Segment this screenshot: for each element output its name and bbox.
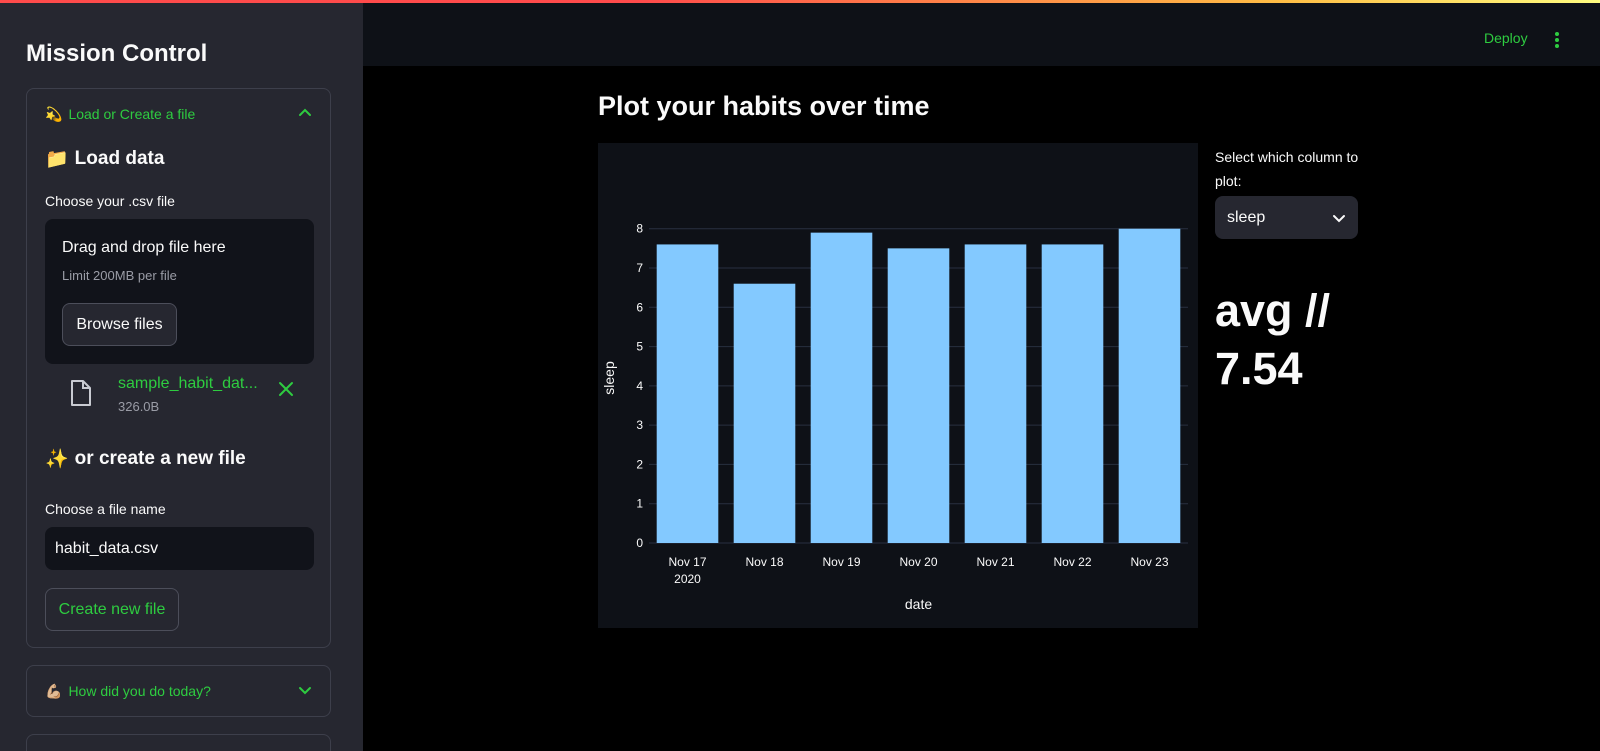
- x-axis-label: date: [905, 596, 932, 612]
- column-select-value: sleep: [1227, 208, 1266, 226]
- x-tick-label: Nov 17: [668, 555, 706, 569]
- remove-file-icon[interactable]: [278, 381, 294, 397]
- uploaded-file-name: sample_habit_dat...: [118, 375, 258, 392]
- average-label: avg //: [1215, 285, 1331, 336]
- chevron-down-icon: [1333, 215, 1345, 223]
- create-new-file-button[interactable]: Create new file: [45, 588, 179, 631]
- dropzone-title: Drag and drop file here: [62, 239, 226, 256]
- y-tick-label: 5: [636, 340, 643, 354]
- browse-files-button[interactable]: Browse files: [62, 303, 177, 346]
- bar: [656, 244, 719, 543]
- dropzone-limit: Limit 200MB per file: [62, 268, 177, 283]
- folder-icon: 📁: [45, 149, 69, 170]
- deploy-button[interactable]: Deploy: [1484, 30, 1528, 46]
- expander-load-create-header[interactable]: 💫 Load or Create a file: [27, 89, 330, 139]
- sidebar-title: Mission Control: [26, 40, 208, 67]
- expander-next[interactable]: [26, 734, 331, 751]
- bar: [733, 283, 796, 543]
- x-tick-sublabel: 2020: [674, 572, 701, 586]
- dizzy-icon: 💫: [45, 105, 63, 122]
- load-data-heading-text: Load data: [74, 148, 165, 169]
- y-tick-label: 2: [636, 457, 643, 471]
- chevron-up-icon[interactable]: [298, 106, 312, 120]
- sidebar: Mission Control 💫 Load or Create a file …: [0, 0, 363, 751]
- more-options-icon[interactable]: [1553, 31, 1561, 49]
- create-file-heading: ✨ or create a new file: [45, 447, 246, 471]
- page-title: Plot your habits over time: [598, 91, 930, 121]
- x-tick-label: Nov 20: [899, 555, 937, 569]
- y-tick-label: 0: [636, 536, 643, 550]
- app-header: [363, 0, 1600, 66]
- csv-file-label: Choose your .csv file: [45, 193, 175, 209]
- y-tick-label: 6: [636, 300, 643, 314]
- x-tick-label: Nov 21: [976, 555, 1014, 569]
- column-select-label: Select which column to plot:: [1215, 149, 1359, 189]
- x-tick-label: Nov 18: [745, 555, 783, 569]
- bar: [1041, 244, 1104, 543]
- expander-load-create: 💫 Load or Create a file 📁 Load data Choo…: [26, 88, 331, 648]
- habit-bar-chart: 0 1 2 3 4 5 6 7 8 Nov 17 2020 Nov 18 Nov 19 Nov 20 Nov…: [598, 143, 1198, 628]
- average-value: 7.54: [1215, 343, 1303, 394]
- file-dropzone[interactable]: Drag and drop file here Limit 200MB per …: [45, 219, 314, 364]
- load-data-heading: 📁 Load data: [45, 147, 164, 171]
- top-decoration-bar: [0, 0, 1600, 3]
- file-icon: [71, 380, 91, 406]
- y-tick-label: 4: [636, 379, 643, 393]
- y-tick-label: 1: [636, 497, 643, 511]
- column-select[interactable]: sleep: [1215, 196, 1358, 239]
- average-metric: avg // 7.54: [1215, 282, 1330, 398]
- expander-load-create-label: Load or Create a file: [68, 106, 196, 122]
- chart-svg: 0 1 2 3 4 5 6 7 8 Nov 17 2020 Nov 18 Nov 19 Nov 20 Nov…: [601, 222, 1188, 612]
- bar: [810, 232, 873, 543]
- x-tick-label: Nov 23: [1130, 555, 1168, 569]
- y-tick-label: 7: [636, 261, 643, 275]
- uploaded-file-size: 326.0B: [118, 399, 160, 414]
- bar: [887, 248, 950, 543]
- flexed-biceps-icon: 💪🏼: [45, 682, 63, 699]
- expander-how-today-header[interactable]: 💪🏼 How did you do today?: [27, 666, 330, 716]
- uploaded-file-row: sample_habit_dat... 326.0B: [45, 375, 314, 423]
- x-tick-label: Nov 19: [822, 555, 860, 569]
- filename-label: Choose a file name: [45, 501, 166, 517]
- create-file-heading-text: or create a new file: [74, 448, 246, 469]
- filename-input[interactable]: [45, 527, 314, 570]
- x-tick-label: Nov 22: [1053, 555, 1091, 569]
- sparkles-icon: ✨: [45, 449, 69, 470]
- chevron-down-icon[interactable]: [298, 683, 312, 697]
- y-axis-label: sleep: [601, 361, 617, 395]
- bar: [1118, 228, 1181, 543]
- expander-how-today: 💪🏼 How did you do today?: [26, 665, 331, 717]
- y-tick-label: 3: [636, 418, 643, 432]
- bar: [964, 244, 1027, 543]
- y-tick-label: 8: [636, 222, 643, 236]
- expander-how-today-label: How did you do today?: [68, 683, 211, 699]
